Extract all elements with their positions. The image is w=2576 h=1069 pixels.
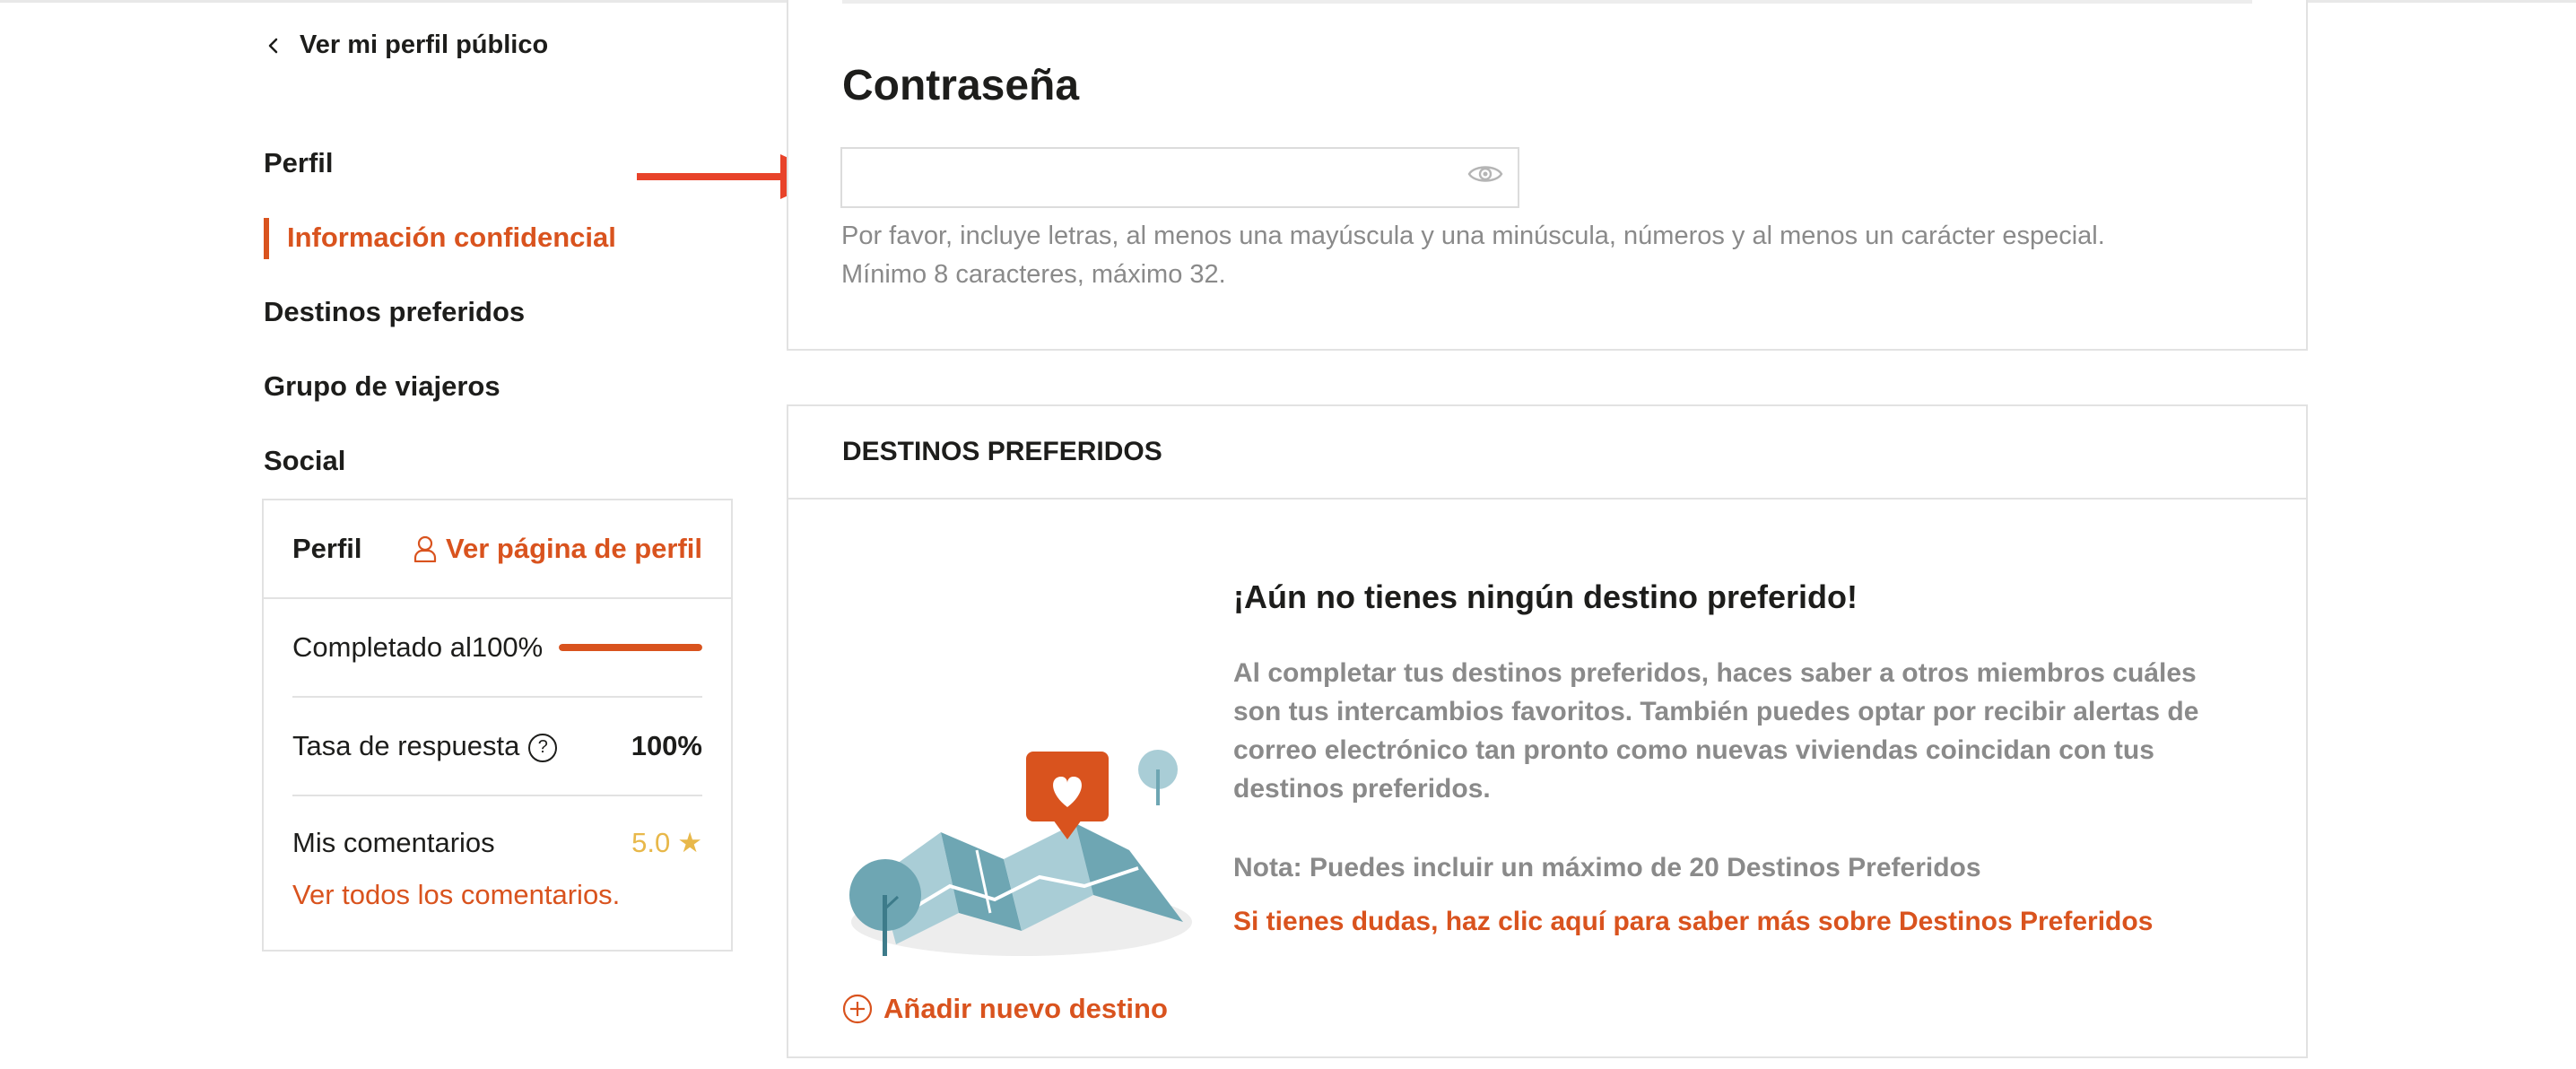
profile-completion-row: Completado al100%	[292, 599, 702, 698]
profile-completion-fill	[559, 644, 702, 651]
sidebar-item-social[interactable]: Social	[264, 423, 658, 498]
back-link-label: Ver mi perfil público	[300, 30, 549, 59]
section-top-divider	[842, 0, 2252, 4]
password-hint-line2: Mínimo 8 caracteres, máximo 32.	[841, 260, 1226, 289]
sidebar-item-informacion-confidencial[interactable]: Información confidencial	[264, 200, 658, 274]
add-destination-button[interactable]: Añadir nuevo destino	[842, 993, 1168, 1025]
view-profile-page-link[interactable]: Ver página de perfil	[413, 533, 702, 565]
profile-completion-bar	[559, 644, 702, 651]
empty-destinations-description: Al completar tus destinos preferidos, ha…	[1233, 658, 2199, 804]
profile-card-title: Perfil	[292, 533, 362, 564]
rating: 5.0 ★	[631, 827, 702, 859]
destinations-help-link[interactable]: Si tienes dudas, haz clic aquí para sabe…	[1233, 907, 2238, 937]
my-comments-label: Mis comentarios	[292, 827, 495, 858]
destinations-limit-note: Nota: Puedes incluir un máximo de 20 Des…	[1233, 853, 1981, 882]
password-hint-line1: Por favor, incluye letras, al menos una …	[841, 222, 2105, 250]
response-rate-label-wrap: Tasa de respuesta?	[292, 730, 558, 762]
sidebar-nav: Perfil Información confidencial Destinos…	[264, 126, 658, 498]
star-icon: ★	[677, 827, 702, 858]
empty-destinations-title: ¡Aún no tienes ningún destino preferido!	[1233, 578, 1858, 615]
chevron-left-icon	[268, 38, 278, 53]
add-destination-label: Añadir nuevo destino	[883, 993, 1168, 1024]
map-heart-illustration-icon	[849, 750, 1192, 956]
my-comments-block: Mis comentarios 5.0 ★ Ver todos los come…	[292, 796, 702, 911]
plus-circle-icon	[842, 994, 873, 1024]
sidebar-item-perfil[interactable]: Perfil	[264, 126, 658, 200]
empty-destinations-message: ¡Aún no tienes ningún destino preferido!…	[1233, 578, 2238, 937]
response-rate-label: Tasa de respuesta	[292, 730, 520, 761]
view-all-comments-link[interactable]: Ver todos los comentarios.	[292, 879, 702, 911]
profile-summary-card: Perfil Ver página de perfil Completado a…	[262, 499, 733, 952]
question-circle-icon[interactable]: ?	[528, 733, 558, 762]
preferred-destinations-header: DESTINOS PREFERIDOS	[788, 406, 2306, 500]
rating-value: 5.0	[631, 827, 671, 858]
response-rate-value: 100%	[631, 730, 702, 761]
view-profile-page-label: Ver página de perfil	[446, 533, 702, 564]
preferred-destinations-section: DESTINOS PREFERIDOS ¡Aún no tienes ningú…	[787, 404, 2308, 1058]
response-rate-row: Tasa de respuesta? 100%	[292, 698, 702, 796]
eye-icon[interactable]	[1467, 161, 1503, 187]
password-input[interactable]	[840, 147, 1519, 208]
back-to-public-profile-link[interactable]: Ver mi perfil público	[264, 30, 548, 60]
profile-card-header: Perfil Ver página de perfil	[264, 500, 731, 599]
user-icon	[413, 535, 437, 562]
profile-completion-label: Completado al100%	[292, 631, 544, 663]
sidebar-item-grupo-de-viajeros[interactable]: Grupo de viajeros	[264, 349, 658, 423]
password-hint: Por favor, incluye letras, al menos una …	[841, 217, 2241, 294]
password-title: Contraseña	[842, 62, 1080, 109]
sidebar-item-destinos-preferidos[interactable]: Destinos preferidos	[264, 274, 658, 349]
